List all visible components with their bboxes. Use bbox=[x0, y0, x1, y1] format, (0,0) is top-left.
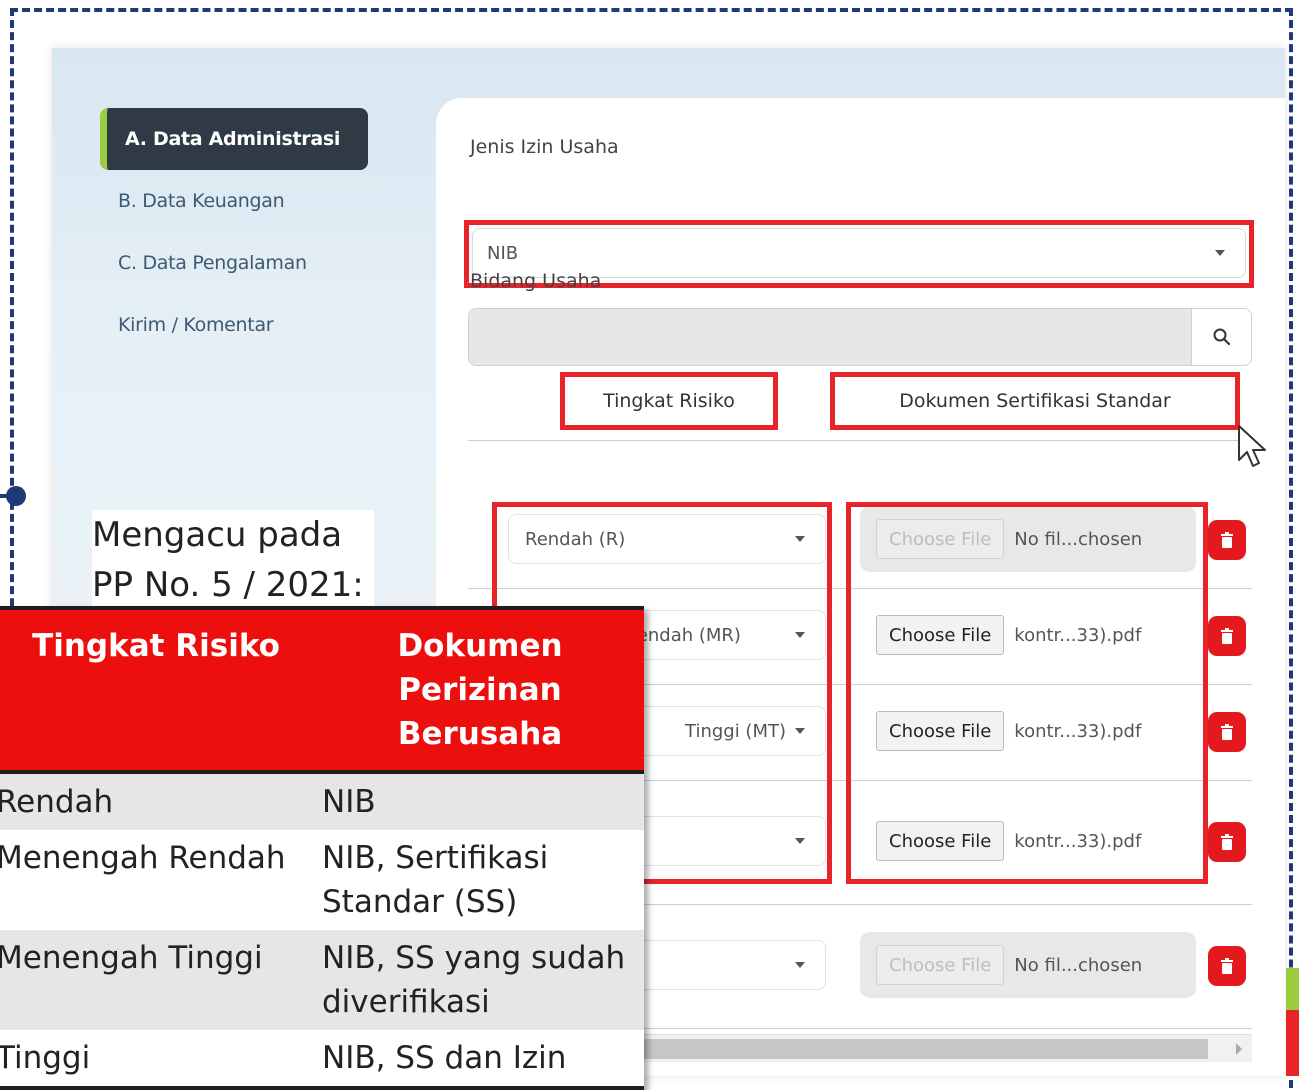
jenis-izin-label: Jenis Izin Usaha bbox=[470, 136, 619, 158]
table-cell: NIB, SS dan Izin bbox=[316, 1030, 644, 1090]
column-header-tingkat-risiko: Tingkat Risiko bbox=[603, 390, 735, 412]
mouse-cursor-icon bbox=[1238, 425, 1266, 467]
delete-row-button[interactable] bbox=[1208, 822, 1246, 862]
table-row: Menengah Rendah NIB, Sertifikasi Standar… bbox=[0, 830, 644, 930]
table-cell: NIB bbox=[316, 772, 644, 830]
highlight-document-column bbox=[846, 502, 1208, 884]
chevron-down-icon bbox=[795, 962, 805, 968]
choose-file-button[interactable]: Choose File bbox=[876, 945, 1005, 985]
callout-line-2: PP No. 5 / 2021: bbox=[92, 565, 364, 605]
table-row: Tinggi NIB, SS dan Izin bbox=[0, 1030, 644, 1090]
table-cell: NIB, Sertifikasi Standar (SS) bbox=[316, 830, 644, 930]
delete-row-button[interactable] bbox=[1208, 712, 1246, 752]
table-cell: Menengah Rendah bbox=[0, 830, 316, 930]
table-cell: Rendah bbox=[0, 772, 316, 830]
sidebar-item-kirim-komentar[interactable]: Kirim / Komentar bbox=[100, 294, 430, 356]
file-name: No fil...chosen bbox=[1014, 954, 1143, 976]
table-cell: Tinggi bbox=[0, 1030, 316, 1090]
connector-dot bbox=[6, 486, 26, 506]
file-upload-row-5: Choose File No fil...chosen bbox=[860, 932, 1196, 998]
trash-icon bbox=[1221, 628, 1233, 644]
table-row: Rendah NIB bbox=[0, 772, 644, 830]
trash-icon bbox=[1221, 724, 1233, 740]
table-row: Menengah Tinggi NIB, SS yang sudah diver… bbox=[0, 930, 644, 1030]
sidebar-item-data-administrasi[interactable]: A. Data Administrasi bbox=[100, 108, 368, 170]
bidang-usaha-label: Bidang Usaha bbox=[470, 270, 602, 292]
bidang-usaha-field bbox=[468, 308, 1252, 366]
trash-icon bbox=[1221, 532, 1233, 548]
delete-row-button[interactable] bbox=[1208, 520, 1246, 560]
table-cell: NIB, SS yang sudah diverifikasi bbox=[316, 930, 644, 1030]
ref-table-header-document: Dokumen Perizinan Berusaha bbox=[316, 606, 644, 774]
search-icon bbox=[1213, 328, 1230, 346]
trash-icon bbox=[1221, 834, 1233, 850]
reference-table: Tingkat Risiko Dokumen Perizinan Berusah… bbox=[0, 606, 644, 1090]
reference-callout: Mengacu pada PP No. 5 / 2021: bbox=[92, 510, 374, 610]
edge-strip bbox=[1286, 1010, 1299, 1076]
sidebar: A. Data Administrasi B. Data Keuangan C.… bbox=[100, 108, 430, 356]
trash-icon bbox=[1221, 958, 1233, 974]
ref-table-header-risk: Tingkat Risiko bbox=[0, 606, 316, 774]
sidebar-item-data-keuangan[interactable]: B. Data Keuangan bbox=[100, 170, 430, 232]
column-header-dokumen-sertifikasi: Dokumen Sertifikasi Standar bbox=[899, 390, 1171, 412]
scroll-right-arrow-icon[interactable] bbox=[1236, 1043, 1242, 1055]
delete-row-button[interactable] bbox=[1208, 946, 1246, 986]
row-divider bbox=[468, 440, 1252, 441]
search-button[interactable] bbox=[1191, 309, 1251, 365]
sidebar-item-data-pengalaman[interactable]: C. Data Pengalaman bbox=[100, 232, 430, 294]
bidang-usaha-input[interactable] bbox=[469, 309, 1191, 365]
callout-line-1: Mengacu pada bbox=[92, 515, 343, 555]
table-cell: Menengah Tinggi bbox=[0, 930, 316, 1030]
delete-row-button[interactable] bbox=[1208, 616, 1246, 656]
